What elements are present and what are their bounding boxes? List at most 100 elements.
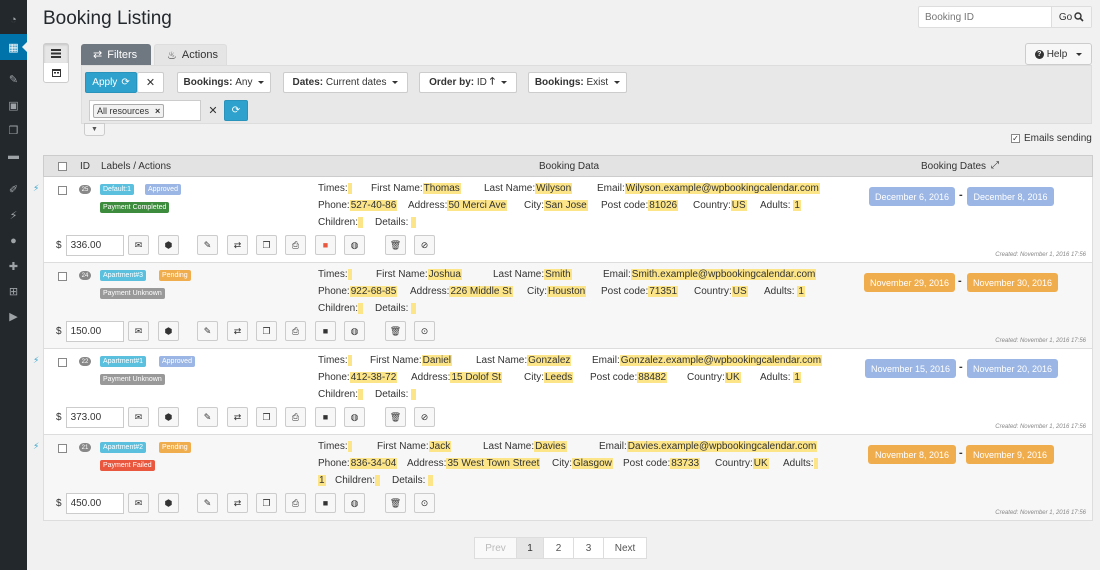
bookings-status-dropdown[interactable]: Bookings: Any bbox=[177, 72, 271, 93]
cost-input[interactable] bbox=[65, 321, 124, 342]
row-checkbox[interactable] bbox=[58, 272, 67, 281]
cost-input[interactable] bbox=[65, 407, 124, 428]
delete-button[interactable]: 🗑 bbox=[385, 321, 406, 341]
payment-status-label[interactable]: Payment Unknown bbox=[100, 374, 165, 385]
locale-button[interactable]: ◍ bbox=[344, 321, 365, 341]
order-by-dropdown[interactable]: Order by: ID 🡑 bbox=[419, 72, 517, 93]
date-start-badge[interactable]: December 6, 2016 bbox=[869, 187, 955, 206]
delete-button[interactable]: 🗑 bbox=[385, 407, 406, 427]
edit-booking-button[interactable]: ✎ bbox=[197, 235, 218, 255]
page-3-button[interactable]: 3 bbox=[573, 537, 604, 559]
tools-icon[interactable]: ✚ bbox=[0, 253, 27, 279]
change-resource-button[interactable]: ⇄ bbox=[227, 493, 248, 513]
pin-icon[interactable]: ✎ bbox=[0, 66, 27, 92]
date-end-badge[interactable]: December 8, 2016 bbox=[967, 187, 1054, 206]
help-button[interactable]: ? Help bbox=[1025, 43, 1092, 65]
edit-booking-button[interactable]: ✎ bbox=[197, 407, 218, 427]
expand-icon[interactable]: ⤢ bbox=[991, 160, 999, 171]
appearance-icon[interactable]: ✐ bbox=[0, 176, 27, 202]
send-payment-request-button[interactable]: ✉ bbox=[128, 235, 149, 255]
duplicate-button[interactable]: ❐ bbox=[256, 493, 277, 513]
booking-id-input[interactable] bbox=[919, 7, 1051, 27]
decline-button[interactable]: ⊘ bbox=[414, 407, 435, 427]
notes-button[interactable]: ■ bbox=[315, 493, 336, 513]
row-checkbox[interactable] bbox=[58, 444, 67, 453]
go-button[interactable]: Go bbox=[1051, 7, 1091, 27]
cost-input[interactable] bbox=[65, 493, 124, 514]
plugins-icon[interactable]: ⚡ bbox=[0, 202, 27, 228]
notes-button[interactable]: ■ bbox=[315, 321, 336, 341]
users-icon[interactable]: ● bbox=[0, 228, 27, 254]
add-label-button[interactable]: ⬢ bbox=[158, 321, 179, 341]
list-view-button[interactable] bbox=[44, 44, 68, 63]
page-1-button[interactable]: 1 bbox=[516, 537, 544, 559]
row-checkbox[interactable] bbox=[58, 186, 67, 195]
print-button[interactable]: ⎙ bbox=[285, 493, 306, 513]
edit-booking-button[interactable]: ✎ bbox=[197, 321, 218, 341]
clear-resources-button[interactable]: ✕ bbox=[201, 100, 225, 121]
change-resource-button[interactable]: ⇄ bbox=[227, 407, 248, 427]
apply-button[interactable]: Apply ⟳ bbox=[85, 72, 137, 93]
reset-filters-button[interactable]: ✕ bbox=[137, 72, 164, 93]
payment-status-label[interactable]: Payment Completed bbox=[100, 202, 170, 213]
send-payment-request-button[interactable]: ✉ bbox=[128, 321, 149, 341]
row-checkbox[interactable] bbox=[58, 358, 67, 367]
dashboard-icon[interactable]: ◔ bbox=[0, 7, 27, 33]
locale-button[interactable]: ◍ bbox=[344, 407, 365, 427]
date-end-badge[interactable]: November 20, 2016 bbox=[967, 359, 1058, 378]
next-page-button[interactable]: Next bbox=[603, 537, 647, 559]
notes-button[interactable]: ■ bbox=[315, 235, 336, 255]
add-label-button[interactable]: ⬢ bbox=[158, 407, 179, 427]
resource-label[interactable]: Apartment#1 bbox=[100, 356, 147, 367]
change-resource-button[interactable]: ⇄ bbox=[227, 235, 248, 255]
send-payment-request-button[interactable]: ✉ bbox=[128, 493, 149, 513]
approve-button[interactable]: ⊙ bbox=[414, 493, 435, 513]
pages-icon[interactable]: ❐ bbox=[0, 117, 27, 143]
print-button[interactable]: ⎙ bbox=[285, 407, 306, 427]
select-all-checkbox[interactable] bbox=[58, 162, 67, 171]
collapse-filters-button[interactable]: ▼ bbox=[84, 123, 105, 136]
duplicate-button[interactable]: ❐ bbox=[256, 235, 277, 255]
change-resource-button[interactable]: ⇄ bbox=[227, 321, 248, 341]
date-start-badge[interactable]: November 8, 2016 bbox=[868, 445, 956, 464]
resource-label[interactable]: Apartment#2 bbox=[100, 442, 147, 453]
comments-icon[interactable]: ▬ bbox=[0, 143, 27, 169]
delete-button[interactable]: 🗑 bbox=[385, 235, 406, 255]
resource-label[interactable]: Apartment#3 bbox=[100, 270, 147, 281]
payment-status-label[interactable]: Payment Unknown bbox=[100, 288, 165, 299]
booking-calendar-icon[interactable]: ▦ bbox=[0, 34, 27, 60]
decline-button[interactable]: ⊘ bbox=[414, 235, 435, 255]
approve-button[interactable]: ⊙ bbox=[414, 321, 435, 341]
resources-select[interactable]: All resources × bbox=[89, 100, 201, 121]
emails-sending-checkbox[interactable]: ✓ bbox=[1011, 134, 1020, 143]
media-icon[interactable]: ▣ bbox=[0, 92, 27, 118]
date-end-badge[interactable]: November 30, 2016 bbox=[967, 273, 1058, 292]
settings-icon[interactable]: ⊞ bbox=[0, 278, 27, 304]
dates-dropdown[interactable]: Dates: Current dates bbox=[283, 72, 408, 93]
emails-sending-toggle[interactable]: ✓ Emails sending bbox=[1011, 133, 1092, 144]
send-payment-request-button[interactable]: ✉ bbox=[128, 407, 149, 427]
date-end-badge[interactable]: November 9, 2016 bbox=[966, 445, 1054, 464]
tab-actions[interactable]: ♨ Actions bbox=[154, 44, 227, 65]
header-id[interactable]: ID bbox=[80, 161, 90, 172]
date-start-badge[interactable]: November 15, 2016 bbox=[865, 359, 956, 378]
print-button[interactable]: ⎙ bbox=[285, 321, 306, 341]
duplicate-button[interactable]: ❐ bbox=[256, 321, 277, 341]
tab-filters[interactable]: ⇄ Filters bbox=[81, 44, 151, 65]
bookings-exist-dropdown[interactable]: Bookings: Exist bbox=[528, 72, 627, 93]
locale-button[interactable]: ◍ bbox=[344, 235, 365, 255]
print-button[interactable]: ⎙ bbox=[285, 235, 306, 255]
payment-status-label[interactable]: Payment Failed bbox=[100, 460, 155, 471]
resource-label[interactable]: Default:1 bbox=[100, 184, 135, 195]
collapse-menu-icon[interactable]: ▶ bbox=[0, 303, 27, 329]
calendar-view-button[interactable] bbox=[44, 63, 68, 82]
add-label-button[interactable]: ⬢ bbox=[158, 493, 179, 513]
cost-input[interactable] bbox=[65, 235, 124, 256]
locale-button[interactable]: ◍ bbox=[344, 493, 365, 513]
prev-page-button[interactable]: Prev bbox=[474, 537, 517, 559]
delete-button[interactable]: 🗑 bbox=[385, 493, 406, 513]
date-start-badge[interactable]: November 29, 2016 bbox=[864, 273, 955, 292]
page-2-button[interactable]: 2 bbox=[543, 537, 574, 559]
remove-tag-icon[interactable]: × bbox=[155, 106, 160, 116]
duplicate-button[interactable]: ❐ bbox=[256, 407, 277, 427]
